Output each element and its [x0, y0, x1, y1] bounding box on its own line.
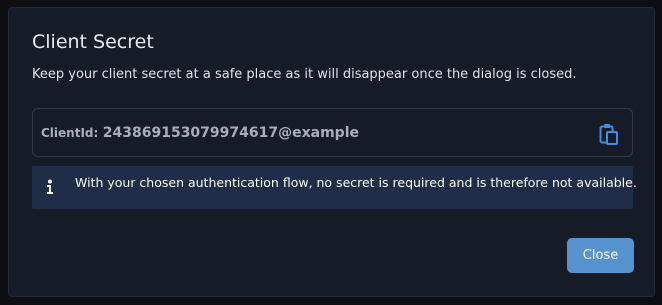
info-alert: With your chosen authentication flow, no… — [32, 166, 637, 209]
dialog-title: Client Secret — [32, 31, 154, 53]
dialog-description: Keep your client secret at a safe place … — [32, 67, 577, 82]
info-icon — [47, 179, 53, 194]
client-id-text: ClientId: 243869153079974617@example — [41, 125, 359, 141]
client-secret-dialog: Client Secret Keep your client secret at… — [8, 7, 655, 297]
client-id-value: 243869153079974617@example — [102, 124, 359, 141]
close-button[interactable]: Close — [567, 238, 634, 273]
alert-text: With your chosen authentication flow, no… — [75, 175, 637, 190]
copy-client-id-button[interactable] — [599, 123, 619, 145]
clipboard-icon — [599, 124, 618, 145]
client-id-label: ClientId: — [41, 125, 99, 140]
client-id-field: ClientId: 243869153079974617@example — [32, 108, 633, 157]
